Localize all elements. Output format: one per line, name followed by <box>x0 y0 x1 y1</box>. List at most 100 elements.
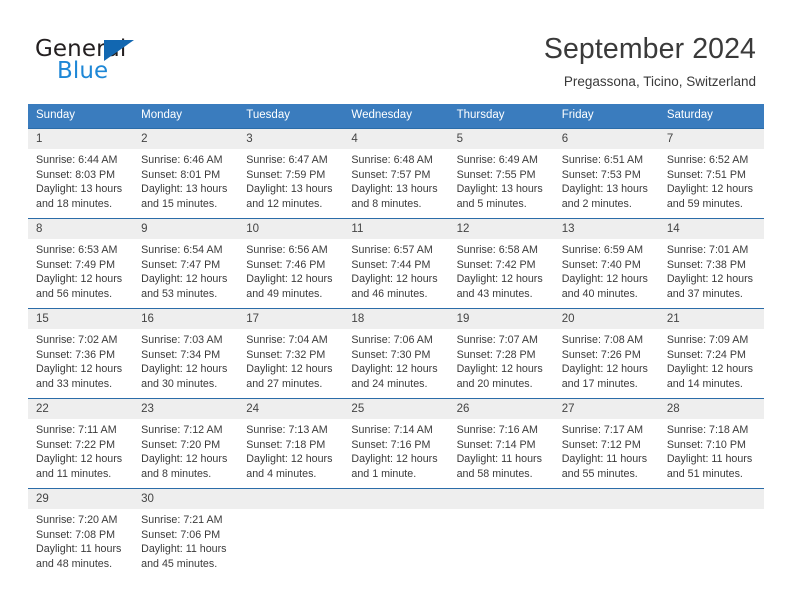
day-details: Sunrise: 6:52 AM Sunset: 7:51 PM Daylight:… <box>659 149 764 211</box>
calendar-day-cell[interactable]: 26 Sunrise: 7:16 AM Sunset: 7:14 PM Dayligh… <box>448 398 554 489</box>
day-details: Sunrise: 6:56 AM Sunset: 7:46 PM Daylight:… <box>238 239 343 301</box>
calendar-day-cell[interactable]: 25 Sunrise: 7:14 AM Sunset: 7:16 PM Dayligh… <box>343 398 449 489</box>
calendar-day-cell[interactable]: 7 Sunrise: 6:52 AM Sunset: 7:51 PM Daylight… <box>658 128 764 219</box>
calendar-day-cell[interactable]: 14 Sunrise: 7:01 AM Sunset: 7:38 PM Dayligh… <box>658 218 764 309</box>
day-cell-inner: 22 Sunrise: 7:11 AM Sunset: 7:22 PM Dayligh… <box>28 399 134 488</box>
sunrise-time: Sunrise: 7:09 AM <box>666 334 749 346</box>
day-number: 5 <box>448 129 554 149</box>
day-cell-inner <box>658 489 764 579</box>
daylight-duration-line1: Daylight: 13 hours <box>561 183 648 196</box>
day-cell-inner: 15 Sunrise: 7:02 AM Sunset: 7:36 PM Dayligh… <box>28 309 134 398</box>
logo-text-blue: Blue <box>57 58 109 84</box>
calendar-day-cell[interactable]: 10 Sunrise: 6:56 AM Sunset: 7:46 PM Dayligh… <box>238 218 344 309</box>
calendar-day-cell[interactable]: 5 Sunrise: 6:49 AM Sunset: 7:55 PM Daylight… <box>448 128 554 219</box>
calendar-day-cell[interactable]: 28 Sunrise: 7:18 AM Sunset: 7:10 PM Dayligh… <box>658 398 764 489</box>
day-cell-inner <box>343 489 449 579</box>
sunset-time: Sunset: 7:34 PM <box>141 348 221 361</box>
daylight-duration-line2: and 33 minutes. <box>36 377 113 390</box>
calendar-day-cell[interactable]: 27 Sunrise: 7:17 AM Sunset: 7:12 PM Dayligh… <box>553 398 659 489</box>
calendar-day-cell[interactable]: 18 Sunrise: 7:06 AM Sunset: 7:30 PM Dayligh… <box>343 308 449 399</box>
day-cell-inner: 16 Sunrise: 7:03 AM Sunset: 7:34 PM Dayligh… <box>133 309 239 398</box>
day-details: Sunrise: 7:21 AM Sunset: 7:06 PM Daylight:… <box>133 509 238 571</box>
day-details: Sunrise: 6:46 AM Sunset: 8:01 PM Daylight:… <box>133 149 238 211</box>
day-cell-inner: 19 Sunrise: 7:07 AM Sunset: 7:28 PM Dayligh… <box>448 309 554 398</box>
calendar-day-cell[interactable]: 9 Sunrise: 6:54 AM Sunset: 7:47 PM Daylight… <box>133 218 239 309</box>
daylight-duration-line1: Daylight: 12 hours <box>456 273 543 286</box>
daylight-duration-line1: Daylight: 12 hours <box>561 363 648 376</box>
day-details: Sunrise: 7:07 AM Sunset: 7:28 PM Daylight:… <box>449 329 554 391</box>
sunset-time: Sunset: 7:44 PM <box>351 258 431 271</box>
day-number: 28 <box>658 399 764 419</box>
sunset-time: Sunset: 7:57 PM <box>351 168 431 181</box>
calendar-day-cell[interactable]: 30 Sunrise: 7:21 AM Sunset: 7:06 PM Dayligh… <box>133 488 239 579</box>
calendar-day-cell[interactable]: 19 Sunrise: 7:07 AM Sunset: 7:28 PM Dayligh… <box>448 308 554 399</box>
day-details: Sunrise: 7:17 AM Sunset: 7:12 PM Daylight:… <box>554 419 659 481</box>
day-number: 24 <box>238 399 344 419</box>
calendar-week-row: 22 Sunrise: 7:11 AM Sunset: 7:22 PM Dayligh… <box>28 398 764 489</box>
calendar-day-cell-empty <box>553 488 659 579</box>
day-cell-inner: 21 Sunrise: 7:09 AM Sunset: 7:24 PM Dayligh… <box>658 309 764 398</box>
sunrise-time: Sunrise: 7:08 AM <box>561 334 644 346</box>
calendar-day-cell[interactable]: 8 Sunrise: 6:53 AM Sunset: 7:49 PM Daylight… <box>28 218 134 309</box>
daylight-duration-line2: and 11 minutes. <box>36 467 112 480</box>
calendar-day-cell[interactable]: 17 Sunrise: 7:04 AM Sunset: 7:32 PM Dayligh… <box>238 308 344 399</box>
calendar-day-cell[interactable]: 24 Sunrise: 7:13 AM Sunset: 7:18 PM Dayligh… <box>238 398 344 489</box>
calendar-day-cell[interactable]: 23 Sunrise: 7:12 AM Sunset: 7:20 PM Dayligh… <box>133 398 239 489</box>
day-number: 7 <box>658 129 764 149</box>
calendar-day-cell[interactable]: 21 Sunrise: 7:09 AM Sunset: 7:24 PM Dayligh… <box>658 308 764 399</box>
calendar-day-cell[interactable]: 4 Sunrise: 6:48 AM Sunset: 7:57 PM Daylight… <box>343 128 449 219</box>
day-details: Sunrise: 6:49 AM Sunset: 7:55 PM Daylight:… <box>449 149 554 211</box>
sunset-time: Sunset: 7:32 PM <box>246 348 326 361</box>
calendar-day-cell[interactable]: 29 Sunrise: 7:20 AM Sunset: 7:08 PM Dayligh… <box>28 488 134 579</box>
weekday-header-sunday: Sunday <box>28 104 134 129</box>
day-details: Sunrise: 7:12 AM Sunset: 7:20 PM Daylight:… <box>133 419 238 481</box>
day-details: Sunrise: 6:53 AM Sunset: 7:49 PM Daylight:… <box>28 239 133 301</box>
calendar-day-cell[interactable]: 6 Sunrise: 6:51 AM Sunset: 7:53 PM Daylight… <box>553 128 659 219</box>
calendar-day-cell[interactable]: 3 Sunrise: 6:47 AM Sunset: 7:59 PM Daylight… <box>238 128 344 219</box>
title-block: September 2024 Pregassona, Ticino, Switz… <box>544 32 756 90</box>
daylight-duration-line2: and 27 minutes. <box>246 377 323 390</box>
sunset-time: Sunset: 7:36 PM <box>36 348 116 361</box>
calendar-day-cell[interactable]: 1 Sunrise: 6:44 AM Sunset: 8:03 PM Daylight… <box>28 128 134 219</box>
calendar-day-cell[interactable]: 2 Sunrise: 6:46 AM Sunset: 8:01 PM Daylight… <box>133 128 239 219</box>
weekday-header-monday: Monday <box>133 104 239 129</box>
calendar-day-cell[interactable]: 11 Sunrise: 6:57 AM Sunset: 7:44 PM Dayligh… <box>343 218 449 309</box>
day-cell-inner <box>553 489 659 579</box>
sunrise-time: Sunrise: 7:16 AM <box>456 424 538 436</box>
day-cell-inner: 1 Sunrise: 6:44 AM Sunset: 8:03 PM Daylight… <box>28 129 134 218</box>
day-details: Sunrise: 7:18 AM Sunset: 7:10 PM Daylight:… <box>659 419 764 481</box>
day-details: Sunrise: 7:04 AM Sunset: 7:32 PM Daylight:… <box>238 329 343 391</box>
day-number <box>448 489 554 509</box>
day-cell-inner: 18 Sunrise: 7:06 AM Sunset: 7:30 PM Dayligh… <box>343 309 449 398</box>
day-number: 4 <box>343 129 449 149</box>
daylight-duration-line2: and 48 minutes. <box>36 557 113 570</box>
weekday-header-wednesday: Wednesday <box>343 104 449 129</box>
sunrise-time: Sunrise: 7:20 AM <box>36 514 118 526</box>
sunrise-time: Sunrise: 6:52 AM <box>666 154 749 166</box>
daylight-duration-line2: and 56 minutes. <box>36 287 113 300</box>
sunrise-time: Sunrise: 7:12 AM <box>141 424 223 436</box>
day-cell-inner: 12 Sunrise: 6:58 AM Sunset: 7:42 PM Dayligh… <box>448 219 554 308</box>
daylight-duration-line1: Daylight: 12 hours <box>351 273 438 286</box>
sunset-time: Sunset: 7:28 PM <box>456 348 536 361</box>
calendar-day-cell[interactable]: 22 Sunrise: 7:11 AM Sunset: 7:22 PM Dayligh… <box>28 398 134 489</box>
daylight-duration-line2: and 45 minutes. <box>141 557 218 570</box>
sunset-time: Sunset: 7:59 PM <box>246 168 326 181</box>
daylight-duration-line1: Daylight: 12 hours <box>456 363 543 376</box>
sunrise-time: Sunrise: 6:56 AM <box>246 244 328 256</box>
day-details: Sunrise: 7:01 AM Sunset: 7:38 PM Daylight:… <box>659 239 764 301</box>
calendar-day-cell[interactable]: 13 Sunrise: 6:59 AM Sunset: 7:40 PM Dayligh… <box>553 218 659 309</box>
calendar-day-cell[interactable]: 15 Sunrise: 7:02 AM Sunset: 7:36 PM Dayligh… <box>28 308 134 399</box>
sunrise-time: Sunrise: 6:46 AM <box>141 154 223 166</box>
day-number <box>658 489 764 509</box>
daylight-duration-line1: Daylight: 11 hours <box>666 453 753 466</box>
calendar-day-cell[interactable]: 12 Sunrise: 6:58 AM Sunset: 7:42 PM Dayligh… <box>448 218 554 309</box>
general-blue-logo: General Blue <box>35 36 255 88</box>
calendar-day-cell[interactable]: 16 Sunrise: 7:03 AM Sunset: 7:34 PM Dayligh… <box>133 308 239 399</box>
day-details: Sunrise: 7:13 AM Sunset: 7:18 PM Daylight:… <box>238 419 343 481</box>
calendar-day-cell[interactable]: 20 Sunrise: 7:08 AM Sunset: 7:26 PM Dayligh… <box>553 308 659 399</box>
day-cell-inner: 7 Sunrise: 6:52 AM Sunset: 7:51 PM Daylight… <box>658 129 764 218</box>
calendar-page: General Blue September 2024 Pregassona, … <box>0 0 792 612</box>
sunset-time: Sunset: 7:30 PM <box>351 348 431 361</box>
daylight-duration-line2: and 30 minutes. <box>141 377 218 390</box>
